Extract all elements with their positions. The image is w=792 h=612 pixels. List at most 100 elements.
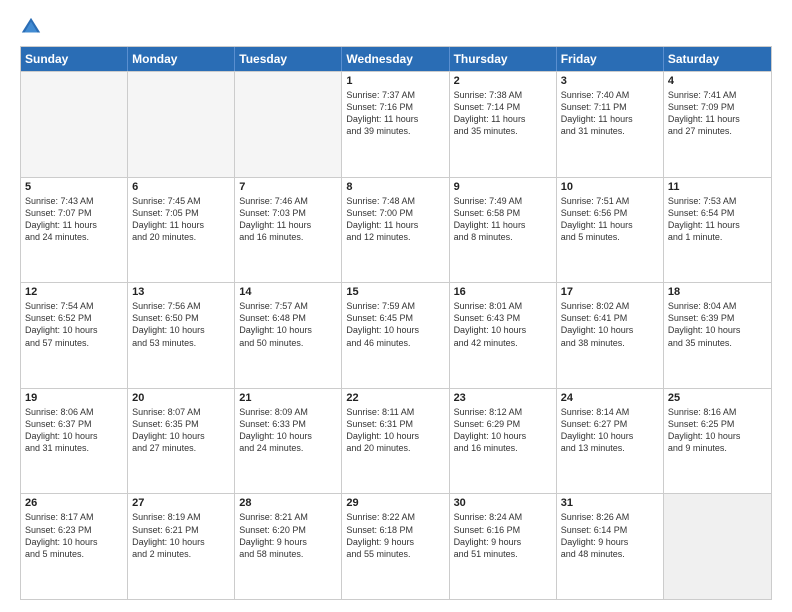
day-number: 17 xyxy=(561,286,659,298)
calendar-cell: 10 Sunrise: 7:51 AM Sunset: 6:56 PM Dayli… xyxy=(557,178,664,283)
day-number: 15 xyxy=(346,286,444,298)
calendar-cell: 15 Sunrise: 7:59 AM Sunset: 6:45 PM Dayli… xyxy=(342,283,449,388)
calendar-cell: 7 Sunrise: 7:46 AM Sunset: 7:03 PM Daylig… xyxy=(235,178,342,283)
calendar-cell: 1 Sunrise: 7:37 AM Sunset: 7:16 PM Daylig… xyxy=(342,72,449,177)
day-number: 9 xyxy=(454,181,552,193)
cell-text: Sunrise: 7:57 AM Sunset: 6:48 PM Dayligh… xyxy=(239,300,337,349)
weekday-header-thursday: Thursday xyxy=(450,47,557,71)
cell-text: Sunrise: 8:16 AM Sunset: 6:25 PM Dayligh… xyxy=(668,406,767,455)
cell-text: Sunrise: 8:21 AM Sunset: 6:20 PM Dayligh… xyxy=(239,511,337,560)
weekday-header-friday: Friday xyxy=(557,47,664,71)
calendar-cell: 22Sunrise: 8:11 AM Sunset: 6:31 PM Dayli… xyxy=(342,389,449,494)
calendar-cell: 5 Sunrise: 7:43 AM Sunset: 7:07 PM Daylig… xyxy=(21,178,128,283)
weekday-header-tuesday: Tuesday xyxy=(235,47,342,71)
calendar-cell: 16 Sunrise: 8:01 AM Sunset: 6:43 PM Dayli… xyxy=(450,283,557,388)
day-number: 31 xyxy=(561,497,659,509)
calendar-cell: 12 Sunrise: 7:54 AM Sunset: 6:52 PM Dayli… xyxy=(21,283,128,388)
cell-text: Sunrise: 7:53 AM Sunset: 6:54 PM Dayligh… xyxy=(668,195,767,244)
day-number: 10 xyxy=(561,181,659,193)
calendar-cell: 11 Sunrise: 7:53 AM Sunset: 6:54 PM Dayli… xyxy=(664,178,771,283)
day-number: 11 xyxy=(668,181,767,193)
calendar-cell: 26 Sunrise: 8:17 AM Sunset: 6:23 PM Dayli… xyxy=(21,494,128,599)
calendar-cell: 6 Sunrise: 7:45 AM Sunset: 7:05 PM Daylig… xyxy=(128,178,235,283)
calendar: SundayMondayTuesdayWednesdayThursdayFrid… xyxy=(20,46,772,600)
calendar-cell: 3 Sunrise: 7:40 AM Sunset: 7:11 PM Daylig… xyxy=(557,72,664,177)
day-number: 29 xyxy=(346,497,444,509)
cell-text: Sunrise: 7:41 AM Sunset: 7:09 PM Dayligh… xyxy=(668,89,767,138)
cell-text: Sunrise: 7:40 AM Sunset: 7:11 PM Dayligh… xyxy=(561,89,659,138)
calendar-row-4: 26 Sunrise: 8:17 AM Sunset: 6:23 PM Dayli… xyxy=(21,493,771,599)
cell-text: Sunrise: 7:37 AM Sunset: 7:16 PM Dayligh… xyxy=(346,89,444,138)
day-number: 27 xyxy=(132,497,230,509)
day-number: 4 xyxy=(668,75,767,87)
calendar-cell: 23 Sunrise: 8:12 AM Sunset: 6:29 PM Dayli… xyxy=(450,389,557,494)
day-number: 13 xyxy=(132,286,230,298)
cell-text: Sunrise: 8:06 AM Sunset: 6:37 PM Dayligh… xyxy=(25,406,123,455)
day-number: 8 xyxy=(346,181,444,193)
cell-text: Sunrise: 7:49 AM Sunset: 6:58 PM Dayligh… xyxy=(454,195,552,244)
day-number: 1 xyxy=(346,75,444,87)
calendar-cell xyxy=(128,72,235,177)
calendar-cell: 21 Sunrise: 8:09 AM Sunset: 6:33 PM Dayli… xyxy=(235,389,342,494)
calendar-row-1: 5 Sunrise: 7:43 AM Sunset: 7:07 PM Daylig… xyxy=(21,177,771,283)
calendar-cell: 4 Sunrise: 7:41 AM Sunset: 7:09 PM Daylig… xyxy=(664,72,771,177)
calendar-cell xyxy=(235,72,342,177)
cell-text: Sunrise: 7:54 AM Sunset: 6:52 PM Dayligh… xyxy=(25,300,123,349)
page-header xyxy=(20,16,772,38)
cell-text: Sunrise: 8:02 AM Sunset: 6:41 PM Dayligh… xyxy=(561,300,659,349)
cell-text: Sunrise: 8:11 AM Sunset: 6:31 PM Dayligh… xyxy=(346,406,444,455)
weekday-header-sunday: Sunday xyxy=(21,47,128,71)
weekday-header-monday: Monday xyxy=(128,47,235,71)
cell-text: Sunrise: 7:51 AM Sunset: 6:56 PM Dayligh… xyxy=(561,195,659,244)
day-number: 30 xyxy=(454,497,552,509)
cell-text: Sunrise: 8:22 AM Sunset: 6:18 PM Dayligh… xyxy=(346,511,444,560)
day-number: 23 xyxy=(454,392,552,404)
cell-text: Sunrise: 8:09 AM Sunset: 6:33 PM Dayligh… xyxy=(239,406,337,455)
day-number: 28 xyxy=(239,497,337,509)
day-number: 18 xyxy=(668,286,767,298)
day-number: 19 xyxy=(25,392,123,404)
cell-text: Sunrise: 7:56 AM Sunset: 6:50 PM Dayligh… xyxy=(132,300,230,349)
cell-text: Sunrise: 8:24 AM Sunset: 6:16 PM Dayligh… xyxy=(454,511,552,560)
day-number: 12 xyxy=(25,286,123,298)
day-number: 7 xyxy=(239,181,337,193)
calendar-cell: 24Sunrise: 8:14 AM Sunset: 6:27 PM Dayli… xyxy=(557,389,664,494)
calendar-cell: 14Sunrise: 7:57 AM Sunset: 6:48 PM Dayli… xyxy=(235,283,342,388)
cell-text: Sunrise: 7:43 AM Sunset: 7:07 PM Dayligh… xyxy=(25,195,123,244)
cell-text: Sunrise: 8:12 AM Sunset: 6:29 PM Dayligh… xyxy=(454,406,552,455)
day-number: 21 xyxy=(239,392,337,404)
calendar-cell xyxy=(664,494,771,599)
cell-text: Sunrise: 8:01 AM Sunset: 6:43 PM Dayligh… xyxy=(454,300,552,349)
calendar-cell: 27Sunrise: 8:19 AM Sunset: 6:21 PM Dayli… xyxy=(128,494,235,599)
cell-text: Sunrise: 7:45 AM Sunset: 7:05 PM Dayligh… xyxy=(132,195,230,244)
weekday-header-wednesday: Wednesday xyxy=(342,47,449,71)
cell-text: Sunrise: 8:14 AM Sunset: 6:27 PM Dayligh… xyxy=(561,406,659,455)
calendar-cell: 9 Sunrise: 7:49 AM Sunset: 6:58 PM Daylig… xyxy=(450,178,557,283)
calendar-cell: 29 Sunrise: 8:22 AM Sunset: 6:18 PM Dayli… xyxy=(342,494,449,599)
cell-text: Sunrise: 7:59 AM Sunset: 6:45 PM Dayligh… xyxy=(346,300,444,349)
day-number: 2 xyxy=(454,75,552,87)
day-number: 3 xyxy=(561,75,659,87)
logo xyxy=(20,16,46,38)
calendar-header: SundayMondayTuesdayWednesdayThursdayFrid… xyxy=(21,47,771,71)
day-number: 20 xyxy=(132,392,230,404)
calendar-cell: 8Sunrise: 7:48 AM Sunset: 7:00 PM Daylig… xyxy=(342,178,449,283)
calendar-cell: 18Sunrise: 8:04 AM Sunset: 6:39 PM Dayli… xyxy=(664,283,771,388)
day-number: 26 xyxy=(25,497,123,509)
calendar-cell: 25Sunrise: 8:16 AM Sunset: 6:25 PM Dayli… xyxy=(664,389,771,494)
calendar-cell: 20Sunrise: 8:07 AM Sunset: 6:35 PM Dayli… xyxy=(128,389,235,494)
cell-text: Sunrise: 7:38 AM Sunset: 7:14 PM Dayligh… xyxy=(454,89,552,138)
cell-text: Sunrise: 8:17 AM Sunset: 6:23 PM Dayligh… xyxy=(25,511,123,560)
calendar-row-2: 12 Sunrise: 7:54 AM Sunset: 6:52 PM Dayli… xyxy=(21,282,771,388)
logo-icon xyxy=(20,16,42,38)
weekday-header-saturday: Saturday xyxy=(664,47,771,71)
cell-text: Sunrise: 8:26 AM Sunset: 6:14 PM Dayligh… xyxy=(561,511,659,560)
day-number: 6 xyxy=(132,181,230,193)
day-number: 5 xyxy=(25,181,123,193)
calendar-cell: 2 Sunrise: 7:38 AM Sunset: 7:14 PM Daylig… xyxy=(450,72,557,177)
day-number: 16 xyxy=(454,286,552,298)
calendar-cell: 19 Sunrise: 8:06 AM Sunset: 6:37 PM Dayli… xyxy=(21,389,128,494)
calendar-cell xyxy=(21,72,128,177)
cell-text: Sunrise: 7:46 AM Sunset: 7:03 PM Dayligh… xyxy=(239,195,337,244)
calendar-row-3: 19 Sunrise: 8:06 AM Sunset: 6:37 PM Dayli… xyxy=(21,388,771,494)
